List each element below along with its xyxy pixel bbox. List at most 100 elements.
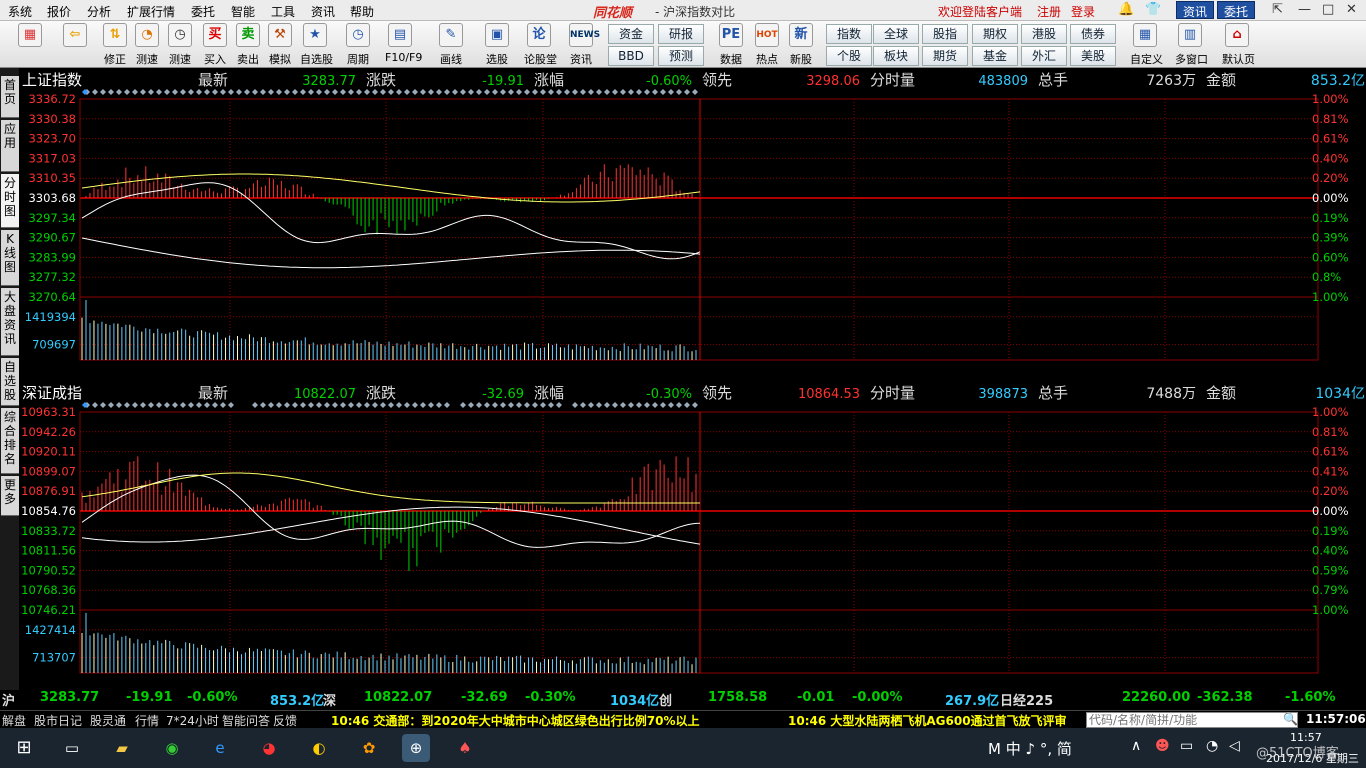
minimize-icon[interactable]: —: [1298, 2, 1311, 17]
toolbar-button-0[interactable]: ▦: [15, 23, 45, 51]
windows-start-icon[interactable]: ⊞: [10, 734, 38, 762]
side-tab-4[interactable]: 大盘资讯: [1, 288, 19, 356]
tonghuashun-task-icon[interactable]: ⊕: [402, 734, 430, 762]
signal-diamond: [676, 89, 682, 95]
toolbar-button-12[interactable]: ▣ 选股: [482, 23, 512, 67]
menu-item-6[interactable]: 工具: [271, 3, 295, 20]
shirt-icon[interactable]: 👕: [1145, 2, 1161, 17]
window-title: - 沪深指数对比: [655, 5, 736, 19]
toolbar-button-15[interactable]: PE 数据: [716, 23, 746, 67]
status-item-4[interactable]: 7*24小时: [166, 712, 219, 729]
ie-icon[interactable]: e: [206, 734, 234, 762]
side-tab-6[interactable]: 综合排名: [1, 408, 19, 474]
search-icon[interactable]: 🔍: [1283, 712, 1298, 726]
quick-button-10[interactable]: 个股: [826, 46, 872, 66]
quick-button-2[interactable]: BBD: [608, 46, 654, 66]
amount-label: 金额: [1206, 71, 1236, 89]
menu-item-7[interactable]: 资讯: [311, 3, 335, 20]
quick-button-7[interactable]: 期权: [972, 24, 1018, 44]
register-link[interactable]: 注册: [1037, 3, 1061, 20]
signal-diamond: [564, 89, 570, 95]
task-view-icon[interactable]: ▭: [58, 734, 86, 762]
toolbar-button-1[interactable]: ⇦: [60, 23, 90, 51]
maximize-icon[interactable]: □: [1322, 2, 1334, 17]
network-icon[interactable]: ◔: [1206, 738, 1218, 754]
quick-button-9[interactable]: 债券: [1070, 24, 1116, 44]
signal-diamond: [308, 402, 314, 408]
quick-button-15[interactable]: 美股: [1070, 46, 1116, 66]
menu-item-5[interactable]: 智能: [231, 3, 255, 20]
menu-item-4[interactable]: 委托: [191, 3, 215, 20]
news-ticker-2[interactable]: 10:46 大型水陆两栖飞机AG600通过首飞放飞评审: [788, 712, 1067, 729]
status-item-1[interactable]: 股市日记: [34, 712, 82, 729]
toolbar-button-9[interactable]: ◷ 周期: [343, 23, 373, 67]
toolbar-button-4[interactable]: ◷ 测速: [165, 23, 195, 67]
tray-chevron-icon[interactable]: ∧: [1131, 738, 1141, 754]
quick-button-6[interactable]: 股指: [922, 24, 968, 44]
toolbar-button-10[interactable]: ▤ F10/F9: [385, 23, 422, 64]
menu-item-8[interactable]: 帮助: [350, 3, 374, 20]
welcome-link[interactable]: 欢迎登陆客户端: [938, 3, 1022, 20]
quick-button-1[interactable]: 研报: [658, 24, 704, 44]
status-item-6[interactable]: 反馈: [273, 712, 297, 729]
quick-button-0[interactable]: 资金: [608, 24, 654, 44]
toolbar-button-7[interactable]: ⚒ 模拟: [265, 23, 295, 67]
side-tab-3[interactable]: K线图: [1, 230, 19, 286]
reference-line: [81, 506, 701, 545]
menu-item-2[interactable]: 分析: [87, 3, 111, 20]
quick-button-14[interactable]: 外汇: [1021, 46, 1067, 66]
status-item-5[interactable]: 智能问答: [222, 712, 270, 729]
app-icon-yellow[interactable]: ◐: [305, 734, 333, 762]
ime-indicator[interactable]: M 中 ♪ °, 简: [988, 738, 1072, 759]
close-icon[interactable]: ✕: [1346, 2, 1357, 17]
status-item-3[interactable]: 行情: [135, 712, 159, 729]
toolbar-button-5[interactable]: 买买入: [200, 23, 230, 67]
amount-value: 853.2亿: [1311, 73, 1365, 89]
code-search-input[interactable]: [1086, 712, 1298, 728]
quick-button-13[interactable]: 基金: [972, 46, 1018, 66]
toolbar-button-6[interactable]: 卖卖出: [233, 23, 263, 67]
browser-360-icon[interactable]: ◉: [158, 734, 186, 762]
toolbar-button-13[interactable]: 论论股堂: [524, 23, 557, 67]
side-tab-7[interactable]: 更多: [1, 476, 19, 516]
quick-button-5[interactable]: 全球: [873, 24, 919, 44]
bell-icon[interactable]: 🔔: [1118, 2, 1134, 17]
solitaire-icon[interactable]: ♠: [451, 734, 479, 762]
status-item-2[interactable]: 股灵通: [90, 712, 126, 729]
side-tab-2[interactable]: 分时图: [1, 174, 19, 228]
toolbar-button-16[interactable]: HOT 热点: [752, 23, 782, 67]
toolbar-button-19[interactable]: ▥ 多窗口: [1175, 23, 1208, 67]
toolbar-button-14[interactable]: NEWS 资讯: [566, 23, 600, 67]
quick-button-12[interactable]: 期货: [922, 46, 968, 66]
toolbar-button-2[interactable]: ⇅ 修正: [100, 23, 130, 67]
toolbar-button-17[interactable]: 新新股: [786, 23, 816, 67]
trade-button[interactable]: 委托: [1217, 1, 1256, 19]
side-tab-0[interactable]: 首页: [1, 76, 19, 118]
menu-item-0[interactable]: 系统: [8, 3, 32, 20]
tray-display-icon[interactable]: ▭: [1180, 738, 1193, 754]
news-ticker-1[interactable]: 10:46 交通部：到2020年大中城市中心城区绿色出行比例70%以上: [331, 712, 700, 729]
quick-button-8[interactable]: 港股: [1021, 24, 1067, 44]
app-icon-orange[interactable]: ✿: [355, 734, 383, 762]
side-tab-5[interactable]: 自选股: [1, 358, 19, 406]
toolbar-button-11[interactable]: ✎ 画线: [436, 23, 466, 67]
toolbar-label-18: 自定义: [1130, 53, 1163, 66]
status-item-0[interactable]: 解盘: [2, 712, 26, 729]
quick-button-3[interactable]: 预测: [658, 46, 704, 66]
toolbar-button-18[interactable]: ▦ 自定义: [1130, 23, 1163, 67]
menu-item-1[interactable]: 报价: [47, 3, 71, 20]
news-button[interactable]: 资讯: [1176, 1, 1215, 19]
quick-button-11[interactable]: 板块: [873, 46, 919, 66]
chrome-icon[interactable]: ◕: [255, 734, 283, 762]
volume-icon[interactable]: ◁: [1229, 738, 1240, 754]
login-link[interactable]: 登录: [1071, 3, 1095, 20]
side-tab-1[interactable]: 应用: [1, 120, 19, 172]
toolbar-button-3[interactable]: ◔ 测速: [132, 23, 162, 67]
restore-icon[interactable]: ⇱: [1272, 2, 1283, 17]
menu-item-3[interactable]: 扩展行情: [127, 3, 175, 20]
toolbar-button-20[interactable]: ⌂ 默认页: [1222, 23, 1255, 67]
quick-button-4[interactable]: 指数: [826, 24, 872, 44]
tray-app-icon[interactable]: ☻: [1155, 738, 1170, 754]
toolbar-button-8[interactable]: ★ 自选股: [300, 23, 333, 67]
file-explorer-icon[interactable]: ▰: [108, 734, 136, 762]
